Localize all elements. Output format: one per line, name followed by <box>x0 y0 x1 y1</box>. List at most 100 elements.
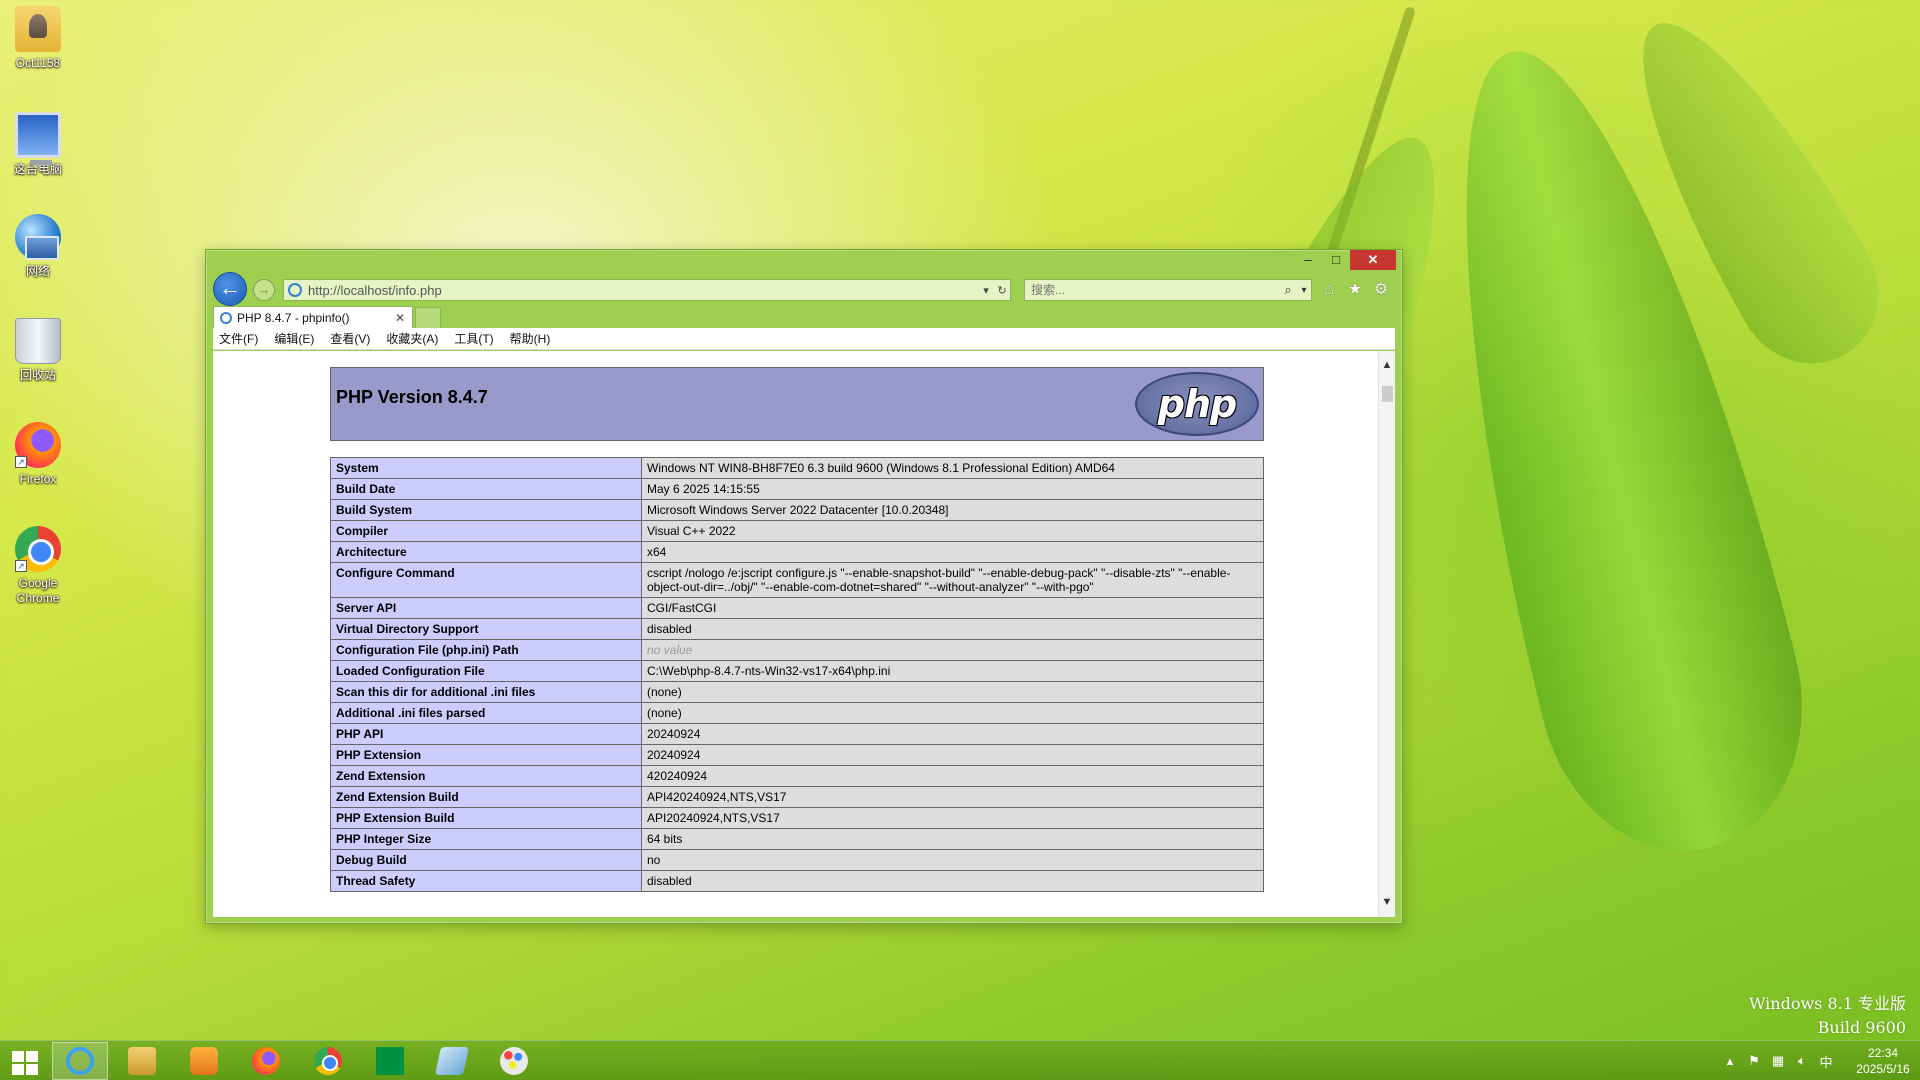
refresh-icon[interactable]: ↻ <box>994 284 1010 297</box>
info-value: no value <box>641 639 1264 661</box>
chrome-icon <box>314 1047 342 1075</box>
table-row: Architecture x64 <box>330 541 1264 563</box>
ie-icon <box>66 1047 94 1075</box>
info-value: CGI/FastCGI <box>641 597 1264 619</box>
tab-phpinfo[interactable]: PHP 8.4.7 - phpinfo() ✕ <box>213 306 413 328</box>
info-value: (none) <box>641 681 1264 703</box>
shortcut-arrow-icon: ↗ <box>15 456 27 468</box>
taskbar-ie[interactable] <box>52 1042 108 1080</box>
desktop-icon-network[interactable]: 网络 <box>4 214 72 279</box>
notepad-icon <box>435 1047 469 1075</box>
back-icon: ← <box>219 275 241 300</box>
taskbar-media[interactable] <box>176 1042 232 1080</box>
navigation-bar: ← → ▾ ↻ ⌕ ▾ ⌂ ★ ⚙ <box>213 270 1395 306</box>
media-player-icon <box>190 1047 218 1075</box>
menu-file[interactable]: 文件(F) <box>219 330 258 347</box>
ime-indicator[interactable]: 中 <box>1814 1052 1838 1071</box>
tab-page-icon <box>220 311 232 324</box>
firefox-icon: ↗ <box>15 422 61 468</box>
desktop-icon-user-folder[interactable]: Oct1158 <box>4 6 72 71</box>
table-row: Debug Build no <box>330 849 1264 871</box>
settings-icon[interactable]: ⚙ <box>1371 279 1391 301</box>
info-value: 20240924 <box>641 744 1264 766</box>
desktop-icon-label: 回收站 <box>19 368 56 382</box>
info-value: 20240924 <box>641 723 1264 745</box>
info-key: Debug Build <box>330 849 642 871</box>
info-key: Zend Extension <box>330 765 642 787</box>
phpinfo-page: PHP Version 8.4.7 php System Windows NT W… <box>330 367 1264 892</box>
info-value: (none) <box>641 702 1264 724</box>
info-value: 420240924 <box>641 765 1264 787</box>
network-icon[interactable]: ▦ <box>1766 1053 1790 1069</box>
taskbar-explorer[interactable] <box>114 1042 170 1080</box>
phpinfo-header: PHP Version 8.4.7 php <box>330 367 1264 441</box>
new-tab-button[interactable] <box>415 307 441 328</box>
clock-date: 2025/5/16 <box>1856 1062 1910 1076</box>
address-dropdown-icon[interactable]: ▾ <box>978 284 994 297</box>
forward-button[interactable]: → <box>253 279 275 301</box>
table-row: Scan this dir for additional .ini files(… <box>330 681 1264 703</box>
taskbar-paint[interactable] <box>486 1042 542 1080</box>
scroll-up-icon[interactable]: ▲ <box>1379 357 1395 374</box>
system-tray: ▴ ⚑ ▦ 🔈︎ 中 22:34 2025/5/16 <box>1718 1041 1920 1080</box>
minimize-button[interactable]: – <box>1294 250 1322 270</box>
taskbar-store[interactable] <box>362 1042 418 1080</box>
desktop-icon-this-pc[interactable]: 这台电脑 <box>4 112 72 177</box>
info-value: Microsoft Windows Server 2022 Datacenter… <box>641 499 1264 521</box>
search-input[interactable] <box>1031 283 1279 297</box>
table-row: Thread Safety disabled <box>330 870 1264 892</box>
info-key: Scan this dir for additional .ini files <box>330 681 642 703</box>
table-row: Build Date May 6 2025 14:15:55 <box>330 478 1264 500</box>
tab-close-icon[interactable]: ✕ <box>394 311 406 325</box>
desktop-icon-recycle-bin[interactable]: 回收站 <box>4 318 72 383</box>
menu-favorites[interactable]: 收藏夹(A) <box>386 330 438 347</box>
volume-icon[interactable]: 🔈︎ <box>1790 1053 1814 1069</box>
taskbar-notepad[interactable] <box>424 1042 480 1080</box>
back-button[interactable]: ← <box>213 272 247 306</box>
show-hidden-icons-icon[interactable]: ▴ <box>1718 1053 1742 1069</box>
wallpaper-leaf <box>1594 0 1906 390</box>
info-key: Additional .ini files parsed <box>330 702 642 724</box>
info-value: Windows NT WIN8-BH8F7E0 6.3 build 9600 (… <box>641 457 1264 479</box>
info-key: Thread Safety <box>330 870 642 892</box>
watermark-edition: Windows 8.1 专业版 <box>1749 994 1906 1013</box>
info-value: no <box>641 849 1264 871</box>
close-button[interactable]: ✕ <box>1350 250 1396 270</box>
tab-strip: PHP 8.4.7 - phpinfo() ✕ <box>213 306 1395 328</box>
info-key: Build System <box>330 499 642 521</box>
action-center-flag-icon[interactable]: ⚑ <box>1742 1053 1766 1069</box>
desktop-icon-label: Google Chrome <box>16 576 60 605</box>
desktop-icon-firefox[interactable]: ↗ Firefox <box>4 422 72 487</box>
browser-window: – □ ✕ ← → ▾ ↻ ⌕ ▾ ⌂ ★ ⚙ PHP 8.4.7 - phpi… <box>205 249 1403 924</box>
info-key: PHP Extension Build <box>330 807 642 829</box>
clock[interactable]: 22:34 2025/5/16 <box>1846 1045 1920 1077</box>
desktop-icon-label: 网络 <box>25 264 50 278</box>
menu-help[interactable]: 帮助(H) <box>510 330 551 347</box>
table-row: PHP Extension 20240924 <box>330 744 1264 766</box>
scroll-down-icon[interactable]: ▼ <box>1379 894 1395 911</box>
search-icon[interactable]: ⌕ <box>1279 282 1297 298</box>
taskbar-chrome[interactable] <box>300 1042 356 1080</box>
network-icon <box>15 214 61 260</box>
taskbar: ▴ ⚑ ▦ 🔈︎ 中 22:34 2025/5/16 <box>0 1040 1920 1080</box>
menu-tools[interactable]: 工具(T) <box>454 330 493 347</box>
wallpaper-leaf <box>1384 20 1836 880</box>
desktop-icon-chrome[interactable]: ↗ Google Chrome <box>4 526 72 606</box>
search-dropdown-icon[interactable]: ▾ <box>1297 285 1311 296</box>
home-icon[interactable]: ⌂ <box>1319 279 1339 301</box>
scroll-thumb[interactable] <box>1382 386 1393 402</box>
vertical-scrollbar[interactable]: ▲ ▼ <box>1378 351 1395 917</box>
firefox-icon <box>252 1047 280 1075</box>
maximize-button[interactable]: □ <box>1322 250 1350 270</box>
taskbar-firefox[interactable] <box>238 1042 294 1080</box>
info-key: Server API <box>330 597 642 619</box>
info-key: Configuration File (php.ini) Path <box>330 639 642 661</box>
menu-edit[interactable]: 编辑(E) <box>274 330 314 347</box>
menu-view[interactable]: 查看(V) <box>330 330 370 347</box>
search-box: ⌕ ▾ <box>1024 279 1312 301</box>
start-button[interactable] <box>8 1049 44 1075</box>
php-logo[interactable]: php <box>1135 372 1259 436</box>
address-input[interactable] <box>308 282 978 298</box>
favorites-icon[interactable]: ★ <box>1345 279 1365 301</box>
table-row: Server API CGI/FastCGI <box>330 597 1264 619</box>
